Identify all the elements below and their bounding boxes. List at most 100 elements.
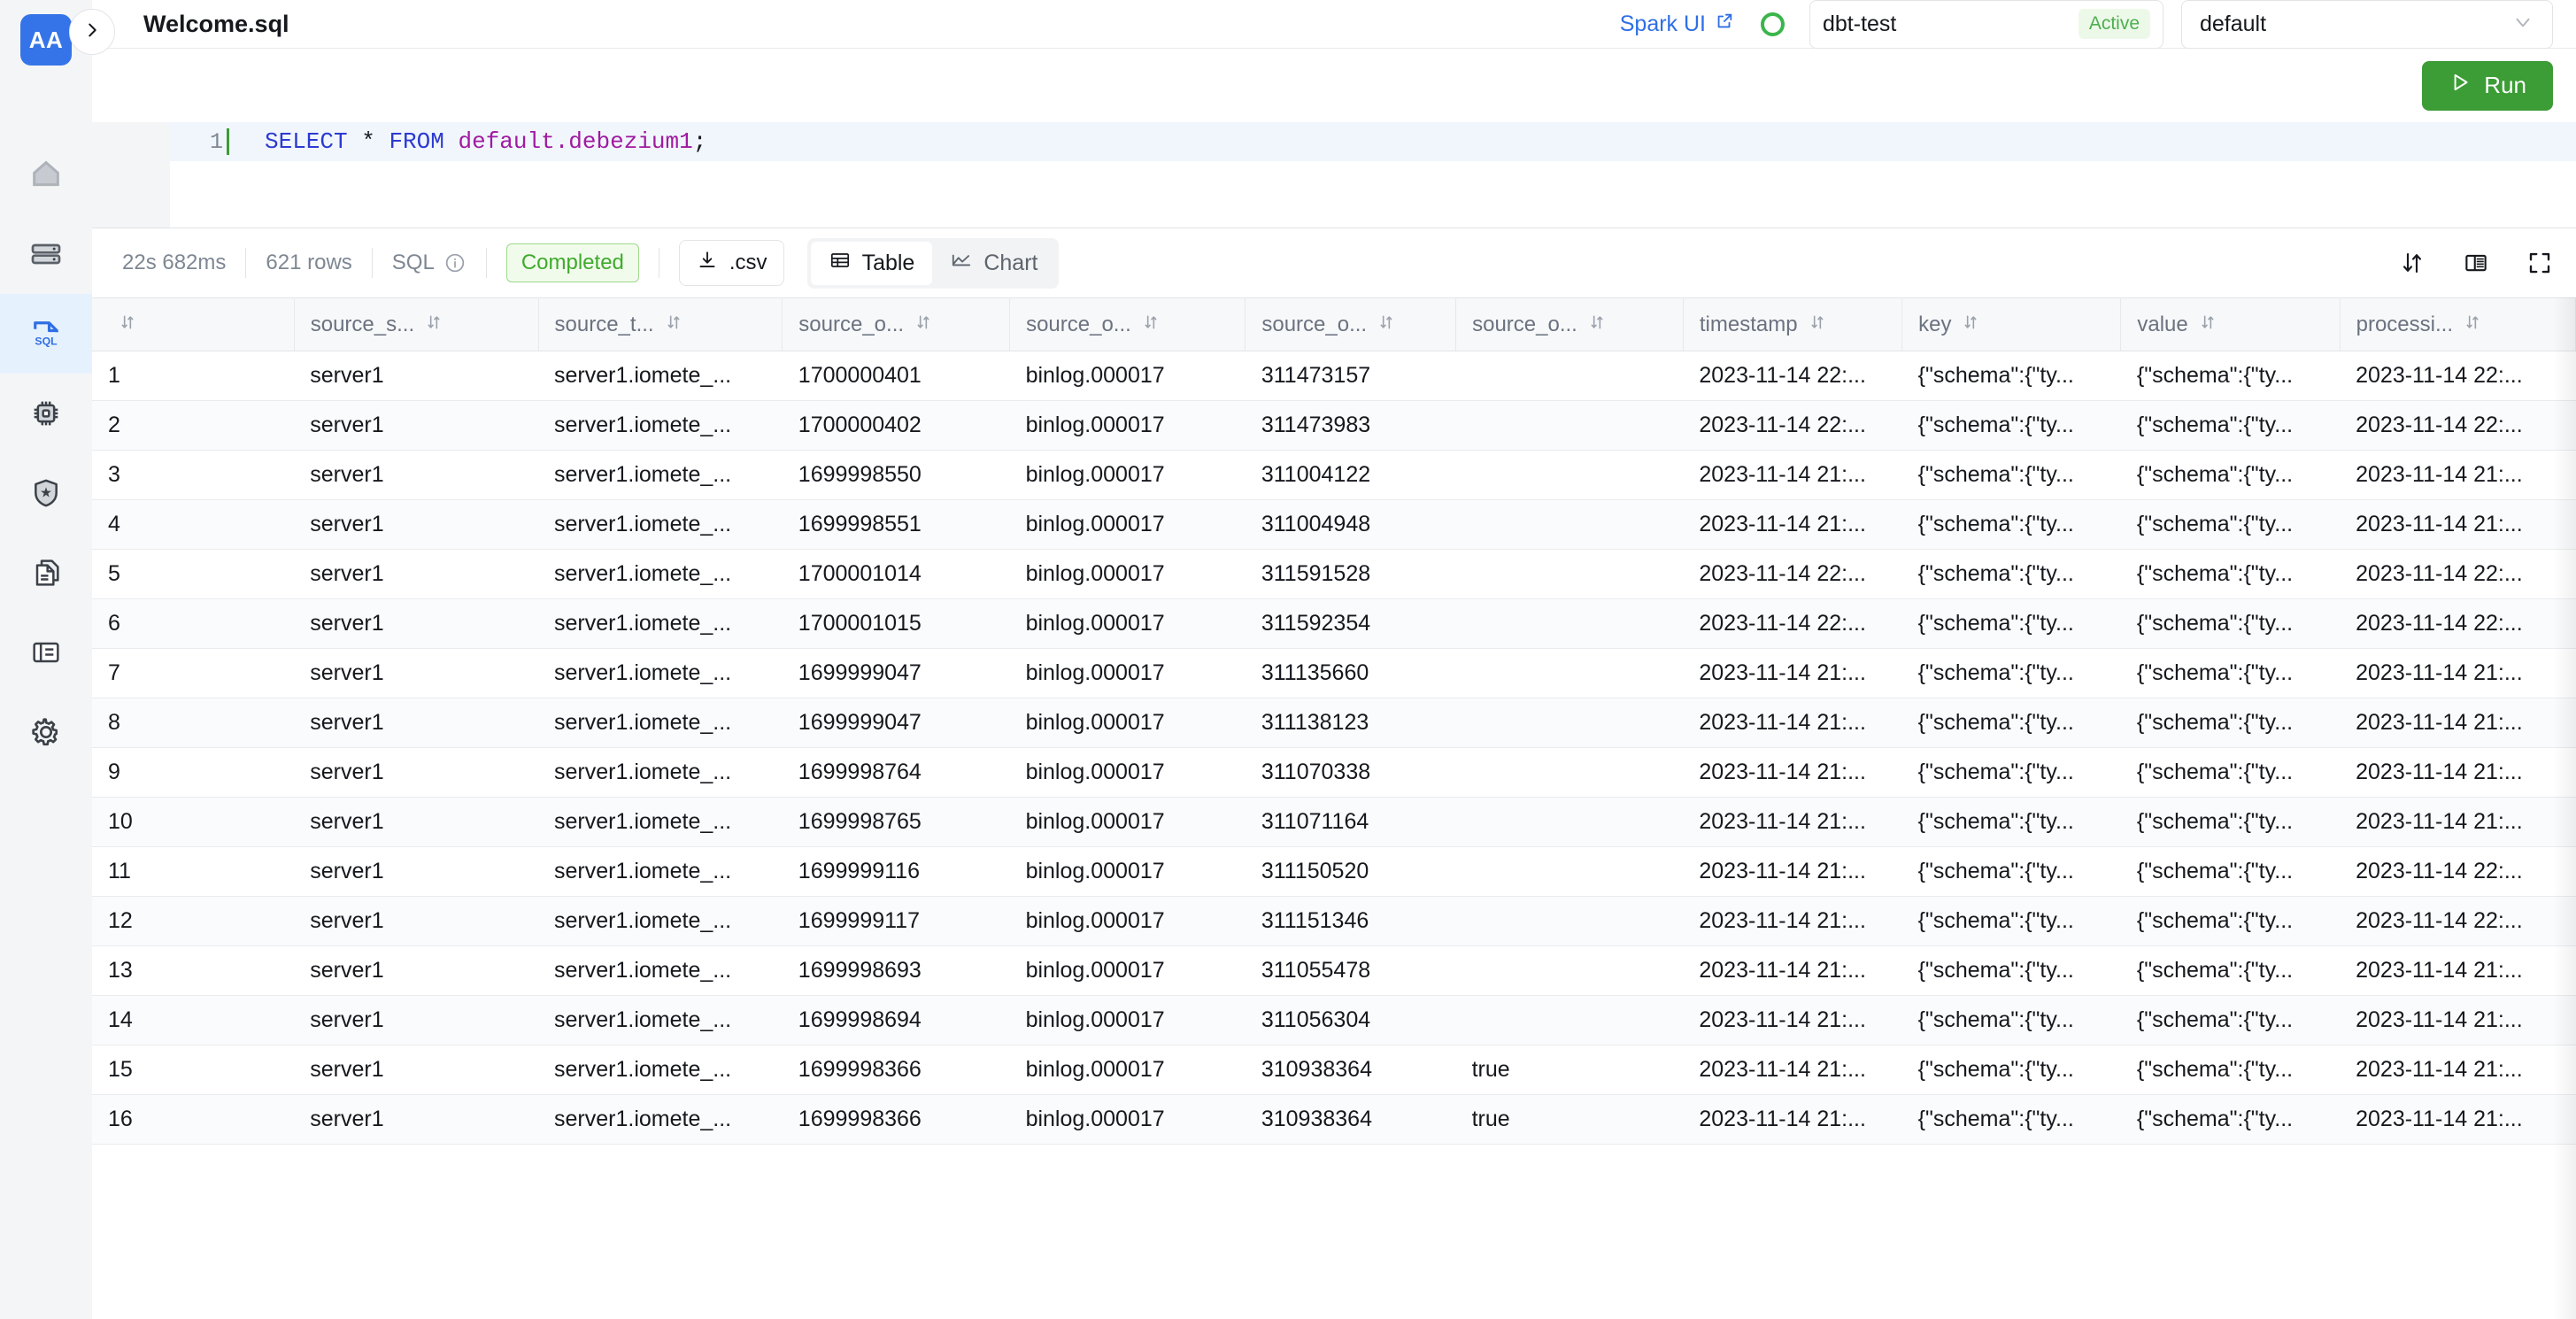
editor-line-1[interactable]: 1 SELECT * FROM default.debezium1;: [170, 122, 2576, 161]
table-cell-source_pos: 311004948: [1245, 499, 1456, 550]
chart-line-icon: [950, 249, 973, 278]
column-label: source_o...: [798, 312, 905, 336]
table-cell-source_pos: 311138123: [1245, 698, 1456, 748]
cluster-name: dbt-test: [1823, 11, 1897, 36]
tab-table[interactable]: Table: [810, 241, 933, 285]
column-header-source-ts[interactable]: source_o...: [782, 297, 1011, 351]
download-csv-button[interactable]: .csv: [678, 240, 784, 286]
tab-chart[interactable]: Chart: [932, 242, 1055, 285]
table-cell-processing: 2023-11-14 21:...: [2340, 945, 2576, 996]
table-cell-source_server: server1: [294, 747, 539, 798]
column-header-timestamp[interactable]: timestamp: [1683, 297, 1903, 351]
table-cell-source_ts: 1699999047: [782, 648, 1010, 698]
column-header-value[interactable]: value: [2120, 297, 2341, 351]
sidebar-item-database[interactable]: [0, 214, 92, 294]
table-row[interactable]: 10 server1 server1.iomete_... 1699998765 bin…: [92, 797, 2576, 847]
table-cell-source_server: server1: [294, 896, 539, 946]
split-view-icon[interactable]: [2463, 250, 2489, 276]
column-header-source-binlog[interactable]: source_o...: [1009, 297, 1246, 351]
run-label: Run: [2484, 72, 2526, 98]
sql-editor[interactable]: 1 SELECT * FROM default.debezium1;: [92, 122, 2576, 228]
table-cell-value: {"schema":{"ty...: [2120, 995, 2341, 1045]
table-row[interactable]: 16 server1 server1.iomete_... 1699998366 bin…: [92, 1094, 2576, 1145]
table-row[interactable]: 4 server1 server1.iomete_... 1699998551 binl…: [92, 499, 2576, 550]
sort-icon: [665, 312, 683, 337]
line-number: 1: [209, 128, 223, 155]
sort-icon: [1588, 312, 1606, 337]
editor-code-area[interactable]: 1 SELECT * FROM default.debezium1;: [170, 122, 2576, 228]
table-cell-source_table: server1.iomete_...: [538, 797, 783, 847]
sql-table-identifier: default.debezium1: [458, 128, 693, 155]
sidebar-item-security[interactable]: [0, 453, 92, 533]
table-cell-source_table: server1.iomete_...: [538, 1045, 783, 1095]
table-row[interactable]: 13 server1 server1.iomete_... 1699998693 bin…: [92, 945, 2576, 996]
workspace-logo[interactable]: AA: [20, 14, 72, 66]
table-cell-key: {"schema":{"ty...: [1901, 450, 2121, 500]
sort-icon: [1809, 312, 1826, 337]
view-mode-toggle: Table Chart: [806, 237, 1060, 289]
column-header-processing[interactable]: processi...: [2340, 297, 2576, 351]
info-icon[interactable]: [443, 251, 467, 274]
table-row[interactable]: 11 server1 server1.iomete_... 1699999116 bin…: [92, 846, 2576, 897]
fullscreen-icon[interactable]: [2526, 250, 2553, 276]
text-caret: [227, 128, 229, 155]
table-cell-processing: 2023-11-14 22:...: [2340, 351, 2576, 401]
table-row[interactable]: 12 server1 server1.iomete_... 1699999117 bin…: [92, 896, 2576, 946]
table-row[interactable]: 8 server1 server1.iomete_... 1699999047 binl…: [92, 698, 2576, 748]
sidebar-item-documents[interactable]: [0, 533, 92, 613]
table-row[interactable]: 9 server1 server1.iomete_... 1699998764 binl…: [92, 747, 2576, 798]
column-header-source-t[interactable]: source_t...: [538, 297, 783, 351]
table-cell-source_binlog: binlog.000017: [1009, 499, 1246, 550]
table-row[interactable]: 5 server1 server1.iomete_... 1700001014 binl…: [92, 549, 2576, 599]
sql-code: SELECT * FROM default.debezium1;: [265, 128, 706, 155]
table-header-row: source_s... source_t... source_o... sour…: [92, 297, 2576, 351]
table-cell-source_binlog: binlog.000017: [1009, 747, 1246, 798]
spark-ui-label: Spark UI: [1619, 11, 1706, 36]
sql-keyword-select: SELECT: [265, 128, 348, 155]
sidebar-item-compute[interactable]: [0, 374, 92, 453]
app-root: AA SQL Welcome.sql Spark UI dbt-test Act…: [0, 0, 2576, 1319]
table-cell-source_binlog: binlog.000017: [1009, 896, 1246, 946]
column-header-source-snapshot[interactable]: source_o...: [1455, 297, 1684, 351]
spark-ui-link[interactable]: Spark UI: [1620, 12, 1734, 37]
row-index-cell: 1: [92, 351, 295, 401]
shield-star-icon: [28, 475, 64, 511]
sidebar-item-notebook[interactable]: [0, 613, 92, 692]
table-cell-source_snapshot: [1455, 351, 1684, 401]
sidebar-item-home[interactable]: [0, 135, 92, 214]
table-cell-processing: 2023-11-14 22:...: [2340, 549, 2576, 599]
results-table-container[interactable]: source_s... source_t... source_o... sour…: [92, 297, 2576, 1319]
column-header-source-pos[interactable]: source_o...: [1245, 297, 1457, 351]
table-row[interactable]: 7 server1 server1.iomete_... 1699999047 binl…: [92, 648, 2576, 698]
table-row[interactable]: 14 server1 server1.iomete_... 1699998694 bin…: [92, 995, 2576, 1045]
sql-star: *: [361, 128, 375, 155]
column-header-index[interactable]: [92, 297, 295, 351]
divider: [485, 248, 487, 278]
row-index-cell: 3: [92, 450, 295, 500]
table-cell-source_binlog: binlog.000017: [1009, 1045, 1246, 1095]
table-row[interactable]: 1 server1 server1.iomete_... 1700000401 binl…: [92, 351, 2576, 401]
sort-icon: [425, 312, 443, 337]
cluster-selector[interactable]: dbt-test Active: [1809, 0, 2163, 49]
database-selector[interactable]: default: [2181, 0, 2553, 49]
table-cell-source_pos: 311150520: [1245, 846, 1456, 897]
table-row[interactable]: 2 server1 server1.iomete_... 1700000402 binl…: [92, 400, 2576, 451]
column-header-source-s[interactable]: source_s...: [294, 297, 539, 351]
table-cell-key: {"schema":{"ty...: [1901, 846, 2121, 897]
sidebar-item-settings[interactable]: [0, 692, 92, 772]
sidebar-item-sql[interactable]: SQL: [0, 294, 92, 374]
sort-icon[interactable]: [2399, 250, 2426, 276]
table-row[interactable]: 6 server1 server1.iomete_... 1700001015 binl…: [92, 598, 2576, 649]
expand-sidebar-button[interactable]: [69, 9, 115, 55]
table-row[interactable]: 3 server1 server1.iomete_... 1699998550 binl…: [92, 450, 2576, 500]
chevron-right-icon: [82, 20, 102, 44]
table-cell-processing: 2023-11-14 21:...: [2340, 698, 2576, 748]
table-cell-source_ts: 1700001015: [782, 598, 1010, 649]
table-cell-processing: 2023-11-14 22:...: [2340, 896, 2576, 946]
run-button[interactable]: Run: [2422, 60, 2553, 111]
table-cell-source_table: server1.iomete_...: [538, 846, 783, 897]
column-header-key[interactable]: key: [1901, 297, 2122, 351]
row-index-cell: 5: [92, 549, 295, 599]
table-cell-value: {"schema":{"ty...: [2120, 797, 2341, 847]
table-row[interactable]: 15 server1 server1.iomete_... 1699998366 bin…: [92, 1045, 2576, 1095]
